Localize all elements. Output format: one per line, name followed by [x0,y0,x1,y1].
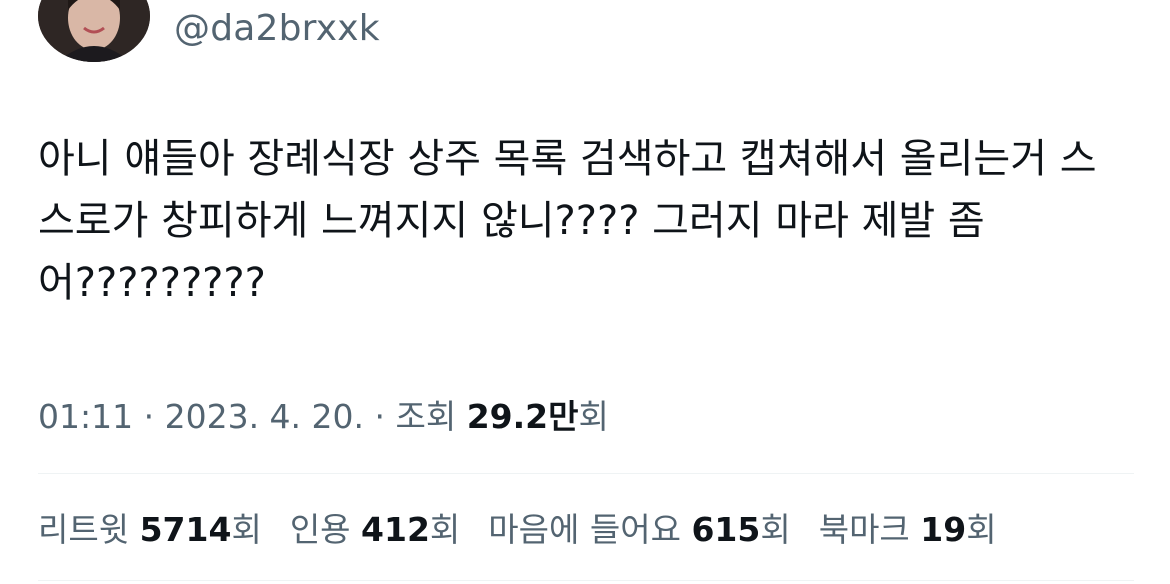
meta-separator: · [133,397,165,436]
stat-value: 412 [361,510,430,549]
meta-separator: · [364,397,396,436]
stat-unit: 회 [429,510,461,549]
likes-stat[interactable]: 마음에 들어요 615회 [488,503,790,551]
tweet-meta: 01:11 · 2023. 4. 20. · 조회 29.2만회 [38,390,609,438]
retweets-stat[interactable]: 리트윗 5714회 [38,503,262,551]
stat-label: 인용 [289,510,362,549]
stat-label: 리트윗 [38,510,140,549]
divider [38,473,1134,474]
stat-value: 19 [920,510,967,549]
stat-unit: 회 [231,510,262,549]
stat-unit: 회 [966,510,997,549]
divider [38,580,1134,581]
views-count: 29.2만 [466,397,579,436]
tweet-date[interactable]: 2023. 4. 20. [165,397,364,436]
avatar[interactable] [38,0,150,62]
stat-value: 5714 [139,510,232,549]
tweet-time[interactable]: 01:11 [38,397,133,436]
bookmarks-stat[interactable]: 북마크 19회 [819,503,997,551]
author-handle[interactable]: @da2brxxk [174,8,380,49]
tweet-text: 아니 얘들아 장례식장 상주 목록 검색하고 캡쳐해서 올리는거 스 스로가 창… [38,136,1097,306]
views-unit: 회 [578,397,609,436]
stat-value: 615 [691,510,761,549]
profile-photo-icon [38,0,150,62]
views-label: 조회 [395,397,467,436]
stat-label: 마음에 들어요 [488,510,692,549]
stat-unit: 회 [760,510,791,549]
engagement-stats: 리트윗 5714회 인용 412회 마음에 들어요 615회 북마크 19회 [38,503,997,551]
stat-label: 북마크 [818,510,921,549]
quotes-stat[interactable]: 인용 412회 [290,503,460,551]
